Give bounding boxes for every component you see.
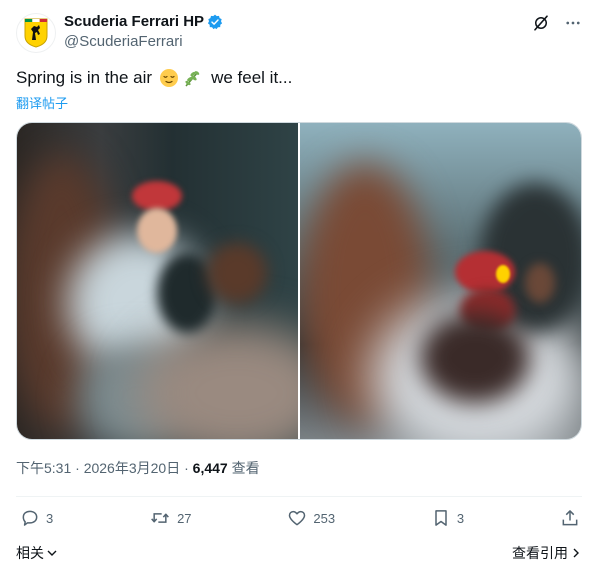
tweet-text-before: Spring is in the air — [16, 68, 153, 87]
author-name[interactable]: Scuderia Ferrari HP — [64, 13, 204, 30]
reply-button[interactable]: 3 — [20, 508, 53, 528]
bookmark-count: 3 — [456, 510, 465, 526]
translate-post-link[interactable]: 翻译帖子 — [16, 93, 68, 112]
action-bar: 3 27 253 3 — [20, 508, 580, 528]
like-count: 253 — [313, 510, 336, 526]
repost-button[interactable]: 27 — [149, 508, 192, 528]
views-count: 6,447 — [192, 460, 228, 476]
like-button[interactable]: 253 — [287, 508, 335, 528]
author-handle[interactable]: @ScuderiaFerrari — [64, 33, 183, 50]
reply-icon — [22, 510, 38, 526]
share-button[interactable] — [560, 508, 580, 528]
bookmark-button[interactable]: 3 — [431, 508, 464, 528]
photo-right[interactable] — [300, 123, 581, 439]
related-toggle[interactable]: 相关 — [16, 543, 58, 563]
ferrari-shield-logo — [24, 18, 48, 48]
heart-icon — [289, 510, 306, 526]
view-quotes-link[interactable]: 查看引用 — [512, 543, 582, 563]
media-grid — [16, 122, 582, 440]
repost-icon — [151, 513, 169, 523]
views-label: 查看 — [231, 460, 260, 476]
view-quotes-label: 查看引用 — [512, 545, 568, 561]
share-icon — [562, 510, 578, 526]
relieved-face-emoji-icon — [159, 68, 179, 88]
divider — [16, 496, 582, 497]
chevron-down-icon — [47, 550, 57, 556]
tweet-text: Spring is in the air we feel it... — [16, 68, 292, 88]
reply-count: 3 — [46, 510, 54, 526]
related-label: 相关 — [16, 545, 44, 561]
photo-left[interactable] — [17, 123, 298, 439]
tweet-meta: 下午5:31 · 2026年3月20日 · 6,447 查看 — [16, 458, 260, 478]
tweet-time[interactable]: 下午5:31 — [16, 460, 71, 476]
herb-emoji-icon — [183, 68, 203, 88]
chevron-right-icon — [573, 548, 579, 558]
meta-separator: · — [75, 460, 80, 476]
more-options-icon[interactable] — [564, 14, 582, 37]
repost-count: 27 — [177, 510, 192, 526]
tweet-date[interactable]: 2026年3月20日 — [84, 460, 181, 476]
verified-badge-icon — [207, 14, 223, 35]
avatar[interactable] — [16, 13, 56, 53]
meta-separator: · — [184, 460, 189, 476]
bookmark-icon — [435, 510, 447, 526]
grok-icon[interactable] — [532, 14, 550, 37]
tweet-text-after: we feel it... — [211, 68, 293, 87]
